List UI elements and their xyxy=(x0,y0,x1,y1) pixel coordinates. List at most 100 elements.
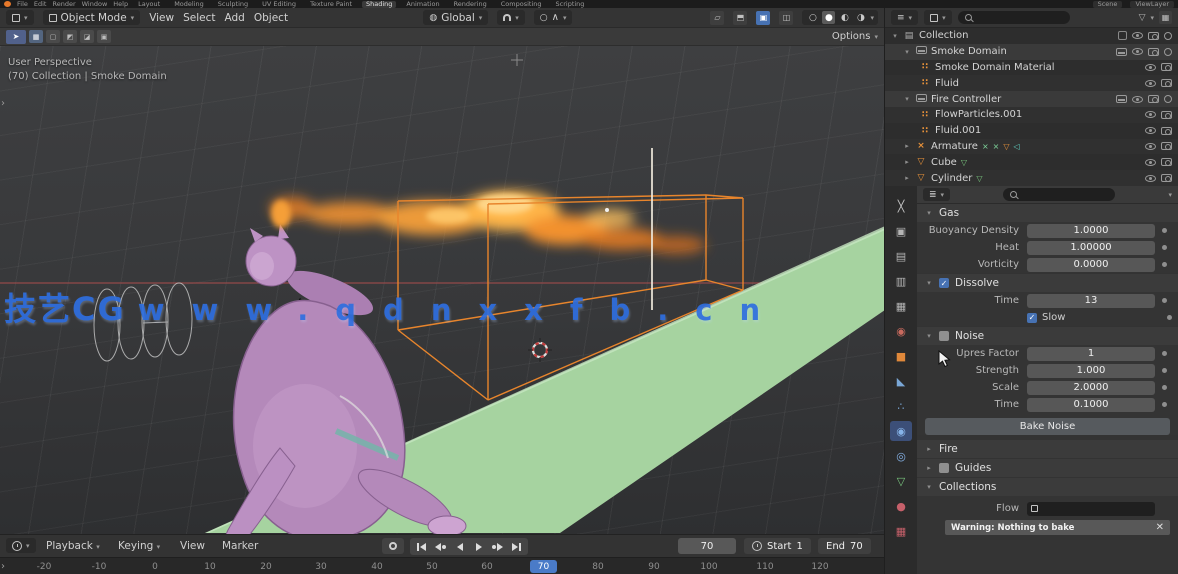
outliner-row-armature[interactable]: ▸ Armature × × ▽ ◁ xyxy=(885,138,1178,155)
outliner-row-flow-particles[interactable]: FlowParticles.001 xyxy=(885,106,1178,123)
auto-keying-button[interactable] xyxy=(382,538,404,554)
exclude-checkbox[interactable] xyxy=(1118,31,1127,41)
outliner-row-cylinder[interactable]: ▸ Cylinder ▽ xyxy=(885,170,1178,186)
disable-render-icon[interactable] xyxy=(1161,126,1172,135)
mode-dropdown[interactable]: Object Mode ▾ xyxy=(42,10,141,25)
tab-output[interactable] xyxy=(890,246,912,266)
hide-viewport-icon[interactable] xyxy=(1145,142,1156,150)
outliner-editor-type-button[interactable]: ≡ ▾ xyxy=(891,10,919,25)
shading-wireframe-button[interactable]: ○ xyxy=(806,11,819,24)
animate-dot[interactable] xyxy=(1162,368,1167,373)
toolbar-expand-arrow[interactable]: › xyxy=(1,98,5,109)
show-overlays-toggle[interactable]: ▣ xyxy=(756,10,771,25)
disclosure-triangle[interactable]: ▸ xyxy=(903,174,911,182)
disable-render-icon[interactable] xyxy=(1148,95,1159,104)
hide-viewport-icon[interactable] xyxy=(1132,32,1143,40)
tool-option-3[interactable]: ◩ xyxy=(63,30,77,43)
tab-physics[interactable] xyxy=(890,421,912,441)
properties-context-button[interactable]: ≣ ▾ xyxy=(923,188,951,201)
holdout-icon[interactable] xyxy=(1164,47,1172,56)
animate-dot[interactable] xyxy=(1162,385,1167,390)
jump-to-start-button[interactable] xyxy=(413,540,430,553)
flow-collection-input[interactable] xyxy=(1027,501,1155,516)
properties-search-input[interactable] xyxy=(1003,188,1116,201)
disable-render-icon[interactable] xyxy=(1161,142,1172,151)
workspace-tab-modeling[interactable]: Modeling xyxy=(170,1,208,8)
tab-texture[interactable] xyxy=(890,521,912,541)
jump-to-end-button[interactable] xyxy=(508,540,525,553)
viewport-3d[interactable]: User Perspective (70) Collection | Smoke… xyxy=(0,46,884,534)
animate-dot[interactable] xyxy=(1162,245,1167,250)
tool-option-2[interactable]: ▢ xyxy=(46,30,60,43)
outliner-row-smoke-domain[interactable]: ▾ Smoke Domain xyxy=(885,43,1178,60)
active-tool-button[interactable]: ➤ xyxy=(6,29,26,44)
noise-checkbox[interactable] xyxy=(939,331,949,341)
tab-tool[interactable] xyxy=(890,196,912,216)
scene-selector[interactable]: Scene xyxy=(1092,1,1123,8)
play-button[interactable] xyxy=(470,540,487,553)
menu-edit[interactable]: Edit xyxy=(34,1,47,8)
tool-option-1[interactable]: ▦ xyxy=(29,30,43,43)
outliner-row-cube[interactable]: ▸ Cube ▽ xyxy=(885,154,1178,170)
menu-file[interactable]: File xyxy=(17,1,28,8)
animate-dot[interactable] xyxy=(1162,351,1167,356)
noise-time-input[interactable]: 0.1000 xyxy=(1027,397,1155,412)
workspace-tab-uv-editing[interactable]: UV Editing xyxy=(258,1,300,8)
menu-keying[interactable]: Keying ▾ xyxy=(118,540,160,552)
hide-viewport-icon[interactable] xyxy=(1145,63,1156,71)
workspace-tab-compositing[interactable]: Compositing xyxy=(497,1,546,8)
snap-toggle[interactable]: ▾ xyxy=(497,10,525,25)
slow-checkbox[interactable]: ✓ xyxy=(1027,312,1037,323)
outliner-options-button[interactable]: ▦ xyxy=(1159,11,1172,24)
menu-select[interactable]: Select xyxy=(183,12,215,24)
disclosure-triangle[interactable]: ▸ xyxy=(903,158,911,166)
disable-render-icon[interactable] xyxy=(1161,79,1172,88)
tab-world[interactable] xyxy=(890,321,912,341)
buoyancy-density-input[interactable]: 1.0000 xyxy=(1027,223,1155,238)
menu-view-timeline[interactable]: View xyxy=(180,540,205,552)
panel-noise-header[interactable]: ▾ Noise xyxy=(917,327,1178,345)
dissolve-time-input[interactable]: 13 xyxy=(1027,293,1155,308)
menu-playback[interactable]: Playback ▾ xyxy=(46,540,100,552)
tab-object[interactable] xyxy=(890,346,912,366)
tab-particles[interactable] xyxy=(890,396,912,416)
filter-funnel-icon[interactable]: ▽ xyxy=(1139,13,1146,23)
workspace-tab-rendering[interactable]: Rendering xyxy=(450,1,491,8)
panel-fire-header[interactable]: ▸ Fire xyxy=(917,440,1178,458)
disable-render-icon[interactable] xyxy=(1161,174,1172,183)
outliner-row-collection[interactable]: ▾ Collection xyxy=(885,28,1178,44)
tab-object-data[interactable] xyxy=(890,471,912,491)
outliner-row-fluid[interactable]: Fluid xyxy=(885,75,1178,92)
next-keyframe-button[interactable] xyxy=(489,540,506,553)
tab-view-layer[interactable] xyxy=(890,271,912,291)
hide-viewport-icon[interactable] xyxy=(1145,127,1156,135)
viewport-gizmos-toggle[interactable]: ◫ xyxy=(779,10,794,25)
hide-viewport-icon[interactable] xyxy=(1145,174,1156,182)
animate-dot[interactable] xyxy=(1162,298,1167,303)
tab-scene[interactable] xyxy=(890,296,912,316)
tab-modifiers[interactable] xyxy=(890,371,912,391)
timeline-expand-arrow[interactable]: › xyxy=(1,561,5,572)
workspace-tab-scripting[interactable]: Scripting xyxy=(552,1,589,8)
workspace-tab-texture-paint[interactable]: Texture Paint xyxy=(306,1,356,8)
panel-dissolve-header[interactable]: ▾ ✓ Dissolve xyxy=(917,274,1178,292)
view-layer-selector[interactable]: ViewLayer xyxy=(1130,1,1174,8)
heat-input[interactable]: 1.00000 xyxy=(1027,240,1155,255)
hide-viewport-icon[interactable] xyxy=(1145,158,1156,166)
tool-option-4[interactable]: ◪ xyxy=(80,30,94,43)
proportional-editing-toggle[interactable]: ○ ∧ ▾ xyxy=(533,10,573,25)
outliner-row-smoke-material[interactable]: Smoke Domain Material xyxy=(885,60,1178,76)
xray-toggle[interactable]: ⬒ xyxy=(733,10,748,25)
disable-render-icon[interactable] xyxy=(1148,47,1159,56)
disable-render-icon[interactable] xyxy=(1161,158,1172,167)
holdout-icon[interactable] xyxy=(1164,95,1172,104)
menu-object[interactable]: Object xyxy=(254,12,288,24)
menu-render[interactable]: Render xyxy=(52,1,75,8)
workspace-tab-shading-active[interactable]: Shading xyxy=(362,1,397,8)
holdout-icon[interactable] xyxy=(1164,31,1172,40)
vorticity-input[interactable]: 0.0000 xyxy=(1027,257,1155,272)
menu-help[interactable]: Help xyxy=(113,1,128,8)
transform-orientation-dropdown[interactable]: ◍ Global ▾ xyxy=(423,10,489,25)
editor-type-button[interactable]: ▾ xyxy=(6,10,34,25)
modifier-icon[interactable] xyxy=(1116,47,1127,56)
